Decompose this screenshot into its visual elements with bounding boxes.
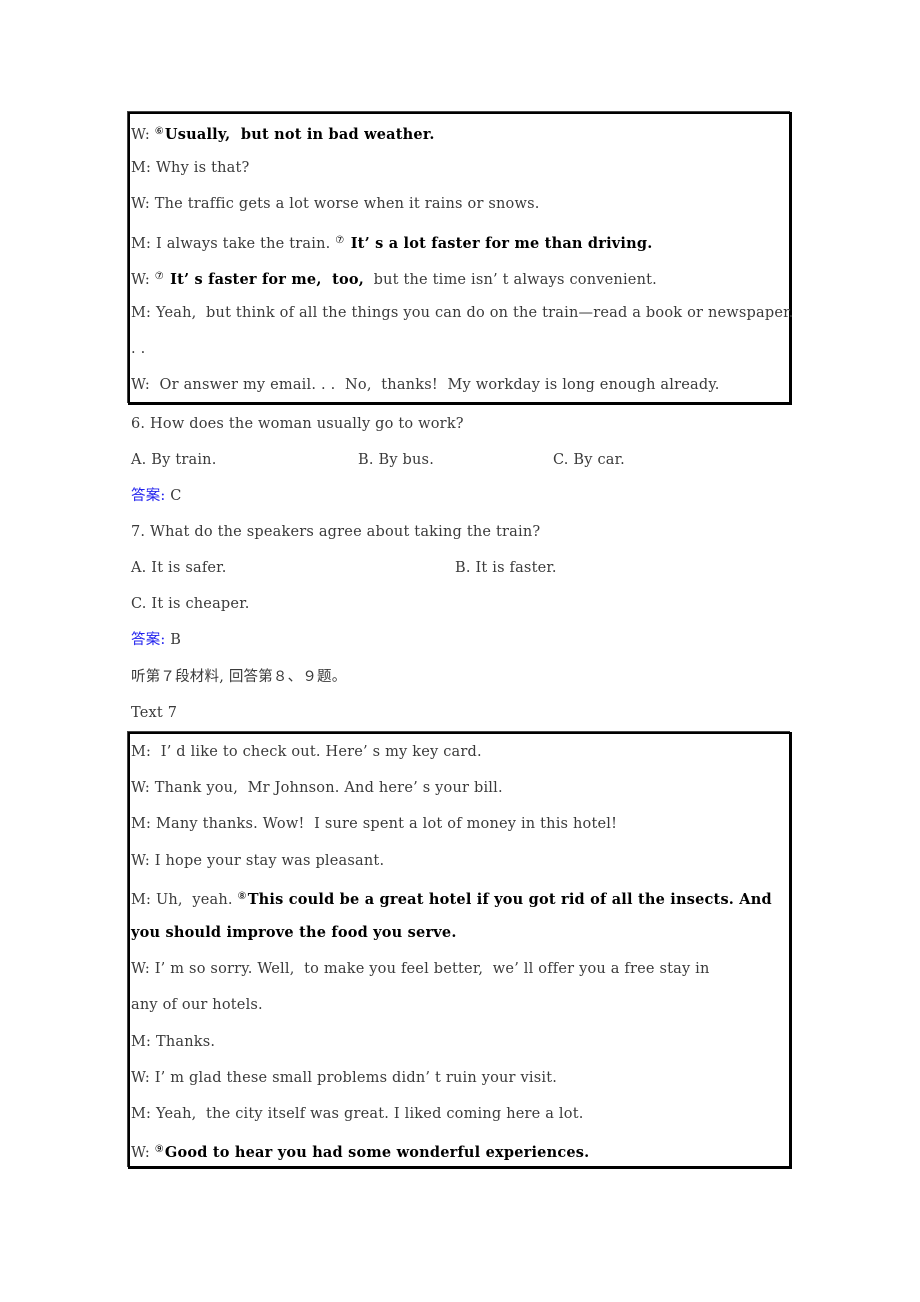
dialogue-text: Uh, yeah.	[155, 891, 238, 908]
circled-number-marker: ⑧	[237, 890, 247, 902]
dialogue-line: W: The traffic gets a lot worse when it …	[131, 193, 540, 215]
dialogue-line: W: ⑨Good to hear you had some wonderful …	[131, 1139, 589, 1161]
dialogue-line: M: Thanks.	[131, 1031, 215, 1053]
section-instruction: 听第７段材料, 回答第８、９题。	[131, 669, 347, 685]
dialogue-text: Thank you, Mr Johnson. And here’ s your …	[154, 780, 503, 797]
speaker-label: W:	[131, 961, 155, 978]
dialogue-line: W: ⑥Usually, but not in bad weather.	[131, 121, 435, 143]
speaker-label: M:	[131, 1033, 156, 1050]
dialogue-line: W: Thank you, Mr Johnson. And here’ s yo…	[131, 777, 503, 799]
circled-number-marker: ⑦	[154, 270, 164, 282]
speaker-label: W:	[131, 127, 155, 143]
dialogue-text: Thanks.	[155, 1033, 216, 1050]
dialogue-text: Many thanks. Wow! I sure spent a lot of …	[155, 816, 618, 833]
dialogue-line: M: Why is that?	[131, 157, 250, 179]
speaker-label: W:	[131, 271, 155, 288]
dialogue-line: M: I always take the train. ⑦ It’ s a lo…	[131, 230, 652, 252]
question-6-answer: 答案: C	[131, 485, 182, 507]
dialogue-line: you should improve the food you serve.	[131, 922, 457, 944]
key-sentence-bold: you should improve the food you serve.	[131, 924, 457, 941]
speaker-label: W:	[131, 1145, 155, 1162]
dialogue-box-text6	[127, 111, 792, 405]
question-6-stem: 6. How does the woman usually go to work…	[131, 416, 464, 432]
speaker-label: M:	[131, 160, 156, 177]
document-page: W: ⑥Usually, but not in bad weather. M: W…	[0, 0, 920, 1302]
speaker-label: M:	[131, 305, 156, 321]
question-6-option-a: A. By train.	[131, 452, 217, 468]
circled-number-marker: ⑦	[335, 234, 345, 246]
speaker-label: M:	[131, 816, 156, 833]
speaker-label: W:	[131, 377, 155, 394]
text7-title: Text 7	[131, 705, 178, 721]
dialogue-line: W: I hope your stay was pleasant.	[131, 850, 384, 872]
dialogue-text: Why is that?	[155, 160, 250, 177]
dialogue-line: M: Yeah, but think of all the things you…	[131, 302, 793, 324]
dialogue-text: Yeah, but think of all the things you ca…	[155, 305, 794, 321]
answer-value: B	[165, 632, 182, 648]
circled-number-marker: ⑥	[154, 126, 164, 137]
dialogue-line: M: Yeah, the city itself was great. I li…	[131, 1103, 584, 1125]
dialogue-line: W: I’ m so sorry. Well, to make you feel…	[131, 958, 710, 980]
dialogue-text: I’ m glad these small problems didn’ t r…	[154, 1069, 558, 1086]
answer-value: C	[165, 488, 182, 504]
speaker-label: M:	[131, 1106, 156, 1122]
dialogue-line: any of our hotels.	[131, 994, 263, 1016]
dialogue-line: M: I’ d like to check out. Here’ s my ke…	[131, 741, 482, 763]
dialogue-text: . .	[131, 341, 146, 358]
question-7-stem: 7. What do the speakers agree about taki…	[131, 524, 541, 540]
speaker-label: W:	[131, 852, 155, 869]
question-6-option-b: B. By bus.	[358, 452, 435, 468]
question-7-option-b: B. It is faster.	[455, 560, 557, 576]
dialogue-text: but the time isn’ t always convenient.	[363, 271, 657, 288]
circled-number-marker: ⑨	[154, 1144, 164, 1156]
dialogue-text: The traffic gets a lot worse when it rai…	[154, 196, 540, 213]
question-7-option-c: C. It is cheaper.	[131, 596, 250, 612]
dialogue-line: W: ⑦ It’ s faster for me, too, but the t…	[131, 266, 657, 288]
dialogue-text: Or answer my email. . . No, thanks! My w…	[154, 377, 720, 394]
dialogue-text: I’ d like to check out. Here’ s my key c…	[155, 744, 482, 760]
dialogue-text: any of our hotels.	[131, 997, 263, 1014]
key-sentence-bold: It’ s a lot faster for me than driving.	[345, 234, 653, 252]
speaker-label: W:	[131, 196, 155, 213]
dialogue-line: M: Uh, yeah. ⑧This could be a great hote…	[131, 886, 772, 908]
dialogue-line: W: I’ m glad these small problems didn’ …	[131, 1067, 557, 1089]
dialogue-line: W: Or answer my email. . . No, thanks! M…	[131, 374, 720, 396]
speaker-label: M:	[131, 744, 156, 760]
key-sentence-bold: Good to hear you had some wonderful expe…	[164, 1144, 590, 1162]
dialogue-line: M: Many thanks. Wow! I sure spent a lot …	[131, 813, 617, 835]
dialogue-line: . .	[131, 338, 145, 360]
speaker-label: W:	[131, 1069, 155, 1086]
question-6-option-c: C. By car.	[553, 452, 625, 468]
question-7-option-a: A. It is safer.	[131, 560, 227, 576]
key-sentence-bold: This could be a great hotel if you got r…	[247, 890, 772, 908]
dialogue-text: I’ m so sorry. Well, to make you feel be…	[154, 961, 710, 978]
dialogue-text: I hope your stay was pleasant.	[154, 852, 385, 869]
answer-label: 答案:	[131, 488, 166, 504]
speaker-label: M:	[131, 891, 156, 908]
key-sentence-bold: Usually, but not in bad weather.	[164, 126, 435, 143]
speaker-label: M:	[131, 235, 156, 252]
dialogue-text: I always take the train.	[155, 235, 336, 252]
dialogue-text: Yeah, the city itself was great. I liked…	[155, 1106, 584, 1122]
answer-label: 答案:	[131, 632, 166, 648]
speaker-label: W:	[131, 780, 155, 797]
question-7-answer: 答案: B	[131, 629, 181, 651]
key-sentence-bold: It’ s faster for me, too,	[164, 270, 364, 288]
